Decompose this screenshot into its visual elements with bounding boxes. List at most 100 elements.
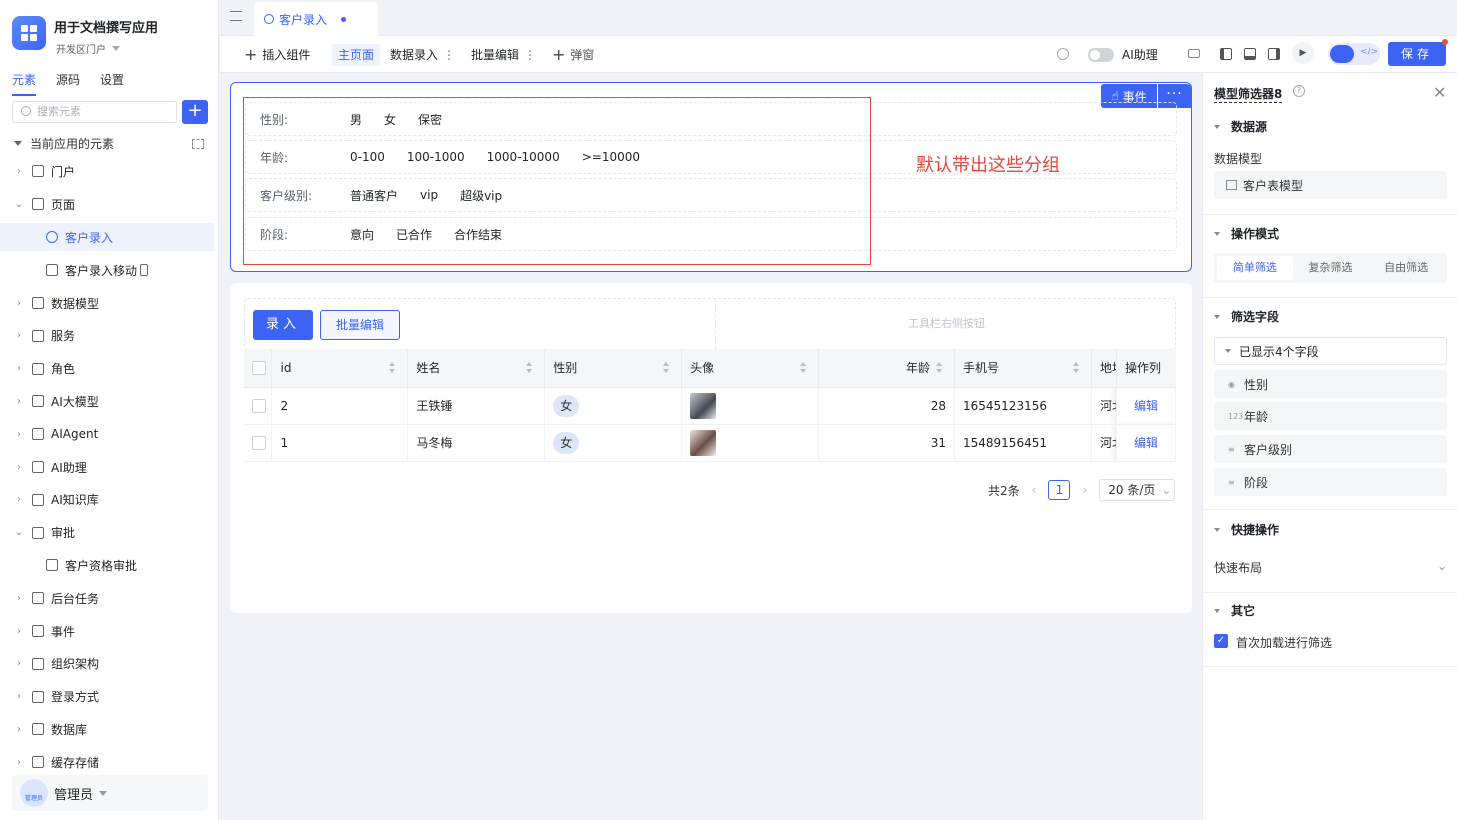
main-page-tab[interactable]: 主页面 <box>332 44 381 66</box>
sidebar-item[interactable]: › AI大模型 <box>0 387 214 415</box>
toolbar-right-slot[interactable]: 工具栏右侧按钮 <box>715 299 1177 349</box>
left-panel-icon[interactable] <box>1220 48 1232 60</box>
model-filter-component[interactable]: ☝ 事件 ··· 性别: 男女保密 年龄: 0-100 100-1000 1000-1000… <box>230 82 1192 272</box>
filter-option[interactable]: >=10000 <box>582 150 640 164</box>
sidebar-item[interactable]: › 事件 <box>0 617 214 645</box>
avatar-thumbnail[interactable] <box>690 429 717 456</box>
col-header-name[interactable]: 姓名 <box>407 349 546 388</box>
chevron-right-icon[interactable]: › <box>12 363 26 374</box>
sidebar-item[interactable]: ⌄ 页面 <box>0 190 214 218</box>
chevron-right-icon[interactable]: › <box>12 593 26 604</box>
table-row[interactable]: 1马冬梅女 3115489156451 河北 编辑 <box>244 424 1177 462</box>
bottom-panel-icon[interactable] <box>1244 48 1256 60</box>
section-op-mode[interactable]: 操作模式 <box>1214 225 1279 242</box>
sidebar-item[interactable]: 客户录入移动 <box>0 256 214 284</box>
data-model-select[interactable]: 客户表模型 <box>1214 171 1447 199</box>
right-panel-icon[interactable] <box>1268 48 1280 60</box>
ai-assistant-toggle[interactable] <box>1088 48 1114 62</box>
search-input[interactable]: 搜索元素 <box>12 101 177 123</box>
select-all-checkbox[interactable] <box>252 360 266 375</box>
tab-elements[interactable]: 元素 <box>12 71 37 96</box>
col-header-id[interactable]: id <box>271 349 409 388</box>
sidebar-item[interactable]: ⌄ 审批 <box>0 519 214 547</box>
col-header-avatar[interactable]: 头像 <box>681 349 820 388</box>
filter-option[interactable]: 100-1000 <box>407 150 465 164</box>
row-checkbox[interactable] <box>252 398 266 413</box>
design-mode-icon[interactable] <box>1330 45 1354 63</box>
filter-option[interactable]: 意向 <box>350 226 374 243</box>
edit-link[interactable]: 编辑 <box>1134 399 1158 413</box>
filter-option[interactable]: 已合作 <box>396 226 432 243</box>
chevron-right-icon[interactable]: › <box>12 330 26 341</box>
filter-option[interactable]: 合作结束 <box>454 226 502 243</box>
sidebar-item[interactable]: 客户录入 <box>0 223 214 251</box>
batch-edit-button[interactable]: 批量编辑 <box>320 310 400 340</box>
sidebar-item[interactable]: 客户资格审批 <box>0 551 214 579</box>
user-menu[interactable]: 管理员 管理员 <box>12 775 208 811</box>
preview-play-icon[interactable]: ▶ <box>1292 42 1314 64</box>
sort-icon[interactable] <box>526 362 534 374</box>
popup-button[interactable]: + 弹窗 <box>546 44 600 66</box>
sidebar-item[interactable]: › 服务 <box>0 322 214 350</box>
sidebar-item[interactable]: › 后台任务 <box>0 584 214 612</box>
chevron-right-icon[interactable]: › <box>12 166 26 177</box>
filter-option[interactable]: vip <box>420 188 438 202</box>
sort-icon[interactable] <box>1072 362 1081 374</box>
chevron-right-icon[interactable]: › <box>12 396 26 407</box>
mode-simple[interactable]: 简单筛选 <box>1217 256 1293 280</box>
sidebar-item[interactable]: › AIAgent <box>0 420 214 448</box>
section-current-app[interactable]: 当前应用的元素 <box>14 135 204 152</box>
chevron-right-icon[interactable]: › <box>12 724 26 735</box>
fields-header[interactable]: 已显示4个字段 <box>1214 337 1447 365</box>
sidebar-item[interactable]: › AI助理 <box>0 453 214 481</box>
section-fields[interactable]: 筛选字段 <box>1214 308 1279 325</box>
first-load-checkbox[interactable]: ✓ <box>1214 634 1228 648</box>
next-page-icon[interactable]: › <box>1082 483 1087 497</box>
add-element-button[interactable]: + <box>182 100 208 124</box>
table-row[interactable]: 2王铁锤女 2816545123156 河北 编辑 <box>244 387 1177 425</box>
section-quick[interactable]: 快捷操作 <box>1214 521 1279 538</box>
page-size-select[interactable]: 20 条/页 ⌄ <box>1099 479 1176 501</box>
chevron-down-icon[interactable]: ⌄ <box>12 527 26 538</box>
col-header-phone[interactable]: 手机号 <box>954 349 1092 388</box>
quick-layout-row[interactable]: 快速布局 ⌄ <box>1214 559 1447 576</box>
page-1-button[interactable]: 1 <box>1048 480 1071 500</box>
section-other[interactable]: 其它 <box>1214 602 1255 619</box>
avatar-thumbnail[interactable] <box>690 392 717 419</box>
locate-icon[interactable] <box>192 138 204 149</box>
chevron-right-icon[interactable]: › <box>12 626 26 637</box>
select-all-cell[interactable] <box>244 349 273 388</box>
filter-field-item[interactable]: ◉ 性别 <box>1214 370 1447 398</box>
chevron-right-icon[interactable]: › <box>12 462 26 473</box>
sort-icon[interactable] <box>800 362 808 374</box>
view-mode-switch[interactable]: </> <box>1328 43 1380 65</box>
sidebar-item[interactable]: › AI知识库 <box>0 486 214 514</box>
sidebar-item[interactable]: › 门户 <box>0 157 214 185</box>
filter-option[interactable]: 女 <box>384 111 396 128</box>
sidebar-item[interactable]: › 角色 <box>0 355 214 383</box>
close-icon[interactable]: ✕ <box>1433 83 1446 102</box>
help-icon[interactable] <box>1057 48 1069 60</box>
filter-option[interactable]: 1000-10000 <box>487 150 560 164</box>
filter-field-item[interactable]: ≡ 客户级别 <box>1214 435 1447 463</box>
chevron-right-icon[interactable]: › <box>12 691 26 702</box>
collapse-sidebar-icon[interactable] <box>230 11 242 21</box>
sidebar-item[interactable]: › 组织架构 <box>0 650 214 678</box>
edit-link[interactable]: 编辑 <box>1134 436 1158 450</box>
env-selector[interactable]: 开发区门户 <box>56 41 120 56</box>
code-mode-icon[interactable]: </> <box>1360 47 1378 57</box>
tab-source[interactable]: 源码 <box>56 71 80 96</box>
chevron-right-icon[interactable]: › <box>12 429 26 440</box>
chevron-down-icon[interactable]: ⌄ <box>12 199 26 210</box>
row-checkbox[interactable] <box>252 435 266 450</box>
save-button[interactable]: 保存 <box>1388 42 1446 66</box>
help-icon[interactable]: ? <box>1293 85 1305 97</box>
filter-option[interactable]: 普通客户 <box>350 187 398 204</box>
tab-settings[interactable]: 设置 <box>100 71 124 96</box>
col-header-age[interactable]: 年龄 <box>818 349 955 388</box>
mode-free[interactable]: 自由筛选 <box>1368 256 1444 280</box>
chevron-right-icon[interactable]: › <box>12 757 26 768</box>
tab-customer-entry[interactable]: 客户录入 <box>254 2 378 36</box>
component-title[interactable]: 模型筛选器8 <box>1214 85 1283 103</box>
filter-option[interactable]: 0-100 <box>350 150 385 164</box>
